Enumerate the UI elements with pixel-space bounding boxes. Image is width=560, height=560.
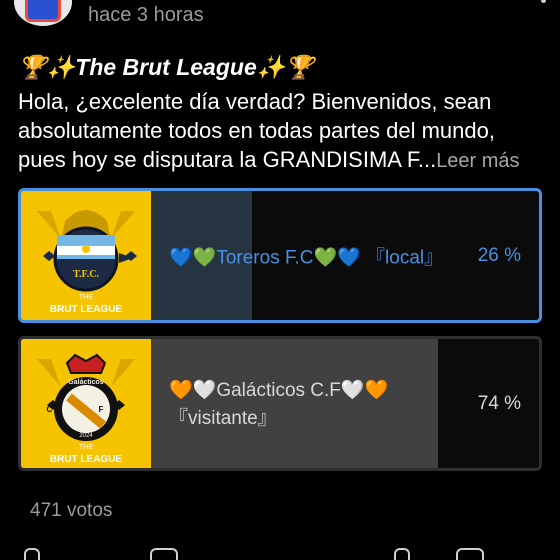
poll-option-1-percent: 26 % (477, 244, 521, 266)
post-title: 🏆✨The Brut League✨🏆 (18, 54, 315, 80)
read-more-link[interactable]: Leer más (436, 150, 519, 172)
crest-text-galacticos: Galácticos (68, 379, 104, 386)
crest-text-toreros: T.F.C. (73, 269, 99, 280)
send-icon[interactable] (456, 548, 484, 560)
poll-option-1-label: 💙💚Toreros F.C💚💙 『local』 (169, 247, 444, 268)
poll-option-2-label: 🧡🤍Galácticos C.F🤍🧡 『visitante』 (169, 380, 389, 429)
share-icon[interactable] (394, 548, 410, 560)
comment-icon[interactable] (150, 548, 178, 560)
svg-text:BRUT LEAGUE: BRUT LEAGUE (50, 304, 123, 315)
crest-letters-galacticos: C F (47, 405, 126, 414)
more-options-icon[interactable] (536, 0, 550, 14)
svg-text:THE: THE (79, 294, 93, 301)
poll-option-2[interactable]: Galácticos C F 2024 THE BRUT LEAGUE 🧡🤍Ga… (18, 336, 542, 471)
crest-year-galacticos: 2024 (79, 433, 93, 439)
action-bar (0, 548, 560, 560)
post-timestamp: hace 3 horas (88, 4, 204, 26)
like-icon[interactable] (24, 548, 40, 560)
svg-text:THE: THE (79, 444, 93, 451)
avatar-logo (25, 0, 61, 22)
team-badge-galacticos: Galácticos C F 2024 THE BRUT LEAGUE (21, 339, 151, 468)
avatar[interactable] (14, 0, 72, 26)
post-body-text: Hola, ¿excelente día verdad? Bienvenidos… (18, 89, 495, 172)
post-body: Hola, ¿excelente día verdad? Bienvenidos… (18, 87, 548, 176)
team-badge-toreros: T.F.C. THE BRUT LEAGUE (21, 191, 151, 320)
poll-option-1[interactable]: T.F.C. THE BRUT LEAGUE 💙💚Toreros F.C💚💙 『… (18, 188, 542, 323)
poll-option-2-percent: 74 % (477, 392, 521, 414)
svg-text:BRUT LEAGUE: BRUT LEAGUE (50, 454, 123, 465)
vote-count: 471 votos (30, 500, 113, 521)
